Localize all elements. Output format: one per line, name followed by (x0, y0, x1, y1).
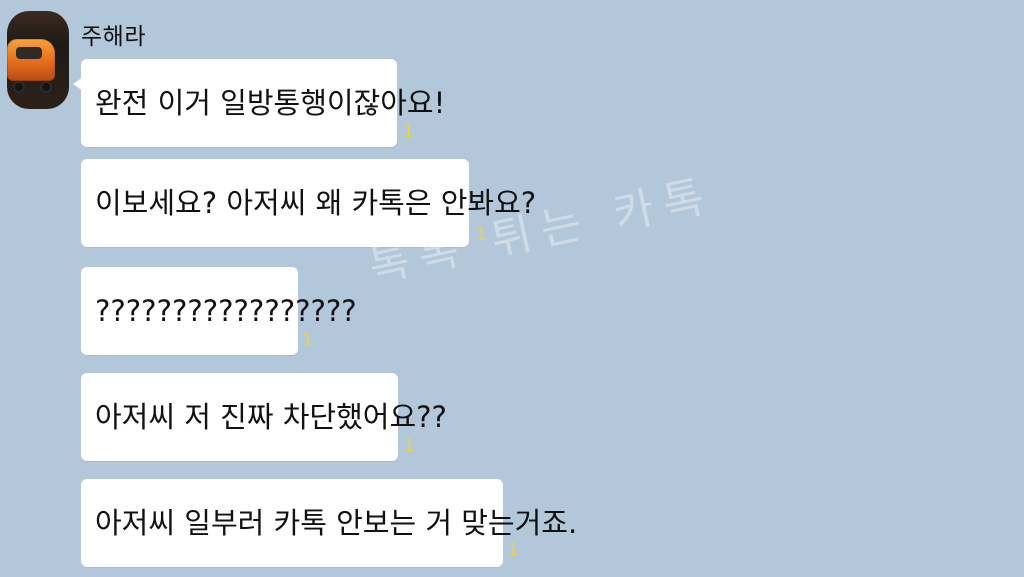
unread-count: 1 (508, 540, 519, 560)
unread-count: 1 (476, 225, 487, 245)
message-text: ????????????????? (95, 294, 357, 328)
chat-view: 주해라 완전 이거 일방통행이잖아요! 1 이보세요? 아저씨 왜 카톡은 안봐… (0, 0, 1024, 577)
message-text: 아저씨 일부러 카톡 안보는 거 맞는거죠. (95, 506, 578, 540)
message-bubble[interactable]: ????????????????? (81, 267, 357, 355)
unread-count: 1 (404, 436, 415, 456)
taxi-icon (7, 39, 55, 81)
message-bubble[interactable]: 아저씨 저 진짜 차단했어요?? (81, 373, 447, 461)
message-bubble[interactable]: 아저씨 일부러 카톡 안보는 거 맞는거죠. (81, 479, 577, 567)
message-text: 이보세요? 아저씨 왜 카톡은 안봐요? (95, 186, 537, 220)
unread-count: 1 (403, 122, 414, 142)
message-text: 완전 이거 일방통행이잖아요! (95, 86, 446, 120)
sender-name: 주해라 (81, 24, 146, 50)
message-bubble[interactable]: 이보세요? 아저씨 왜 카톡은 안봐요? (81, 159, 536, 247)
avatar[interactable] (7, 11, 69, 109)
taxi-wheel-front (13, 81, 25, 93)
unread-count: 1 (302, 331, 313, 351)
taxi-wheel-rear (40, 81, 52, 93)
taxi-window (16, 47, 42, 59)
message-bubble[interactable]: 완전 이거 일방통행이잖아요! (73, 59, 445, 147)
message-text: 아저씨 저 진짜 차단했어요?? (95, 400, 447, 434)
